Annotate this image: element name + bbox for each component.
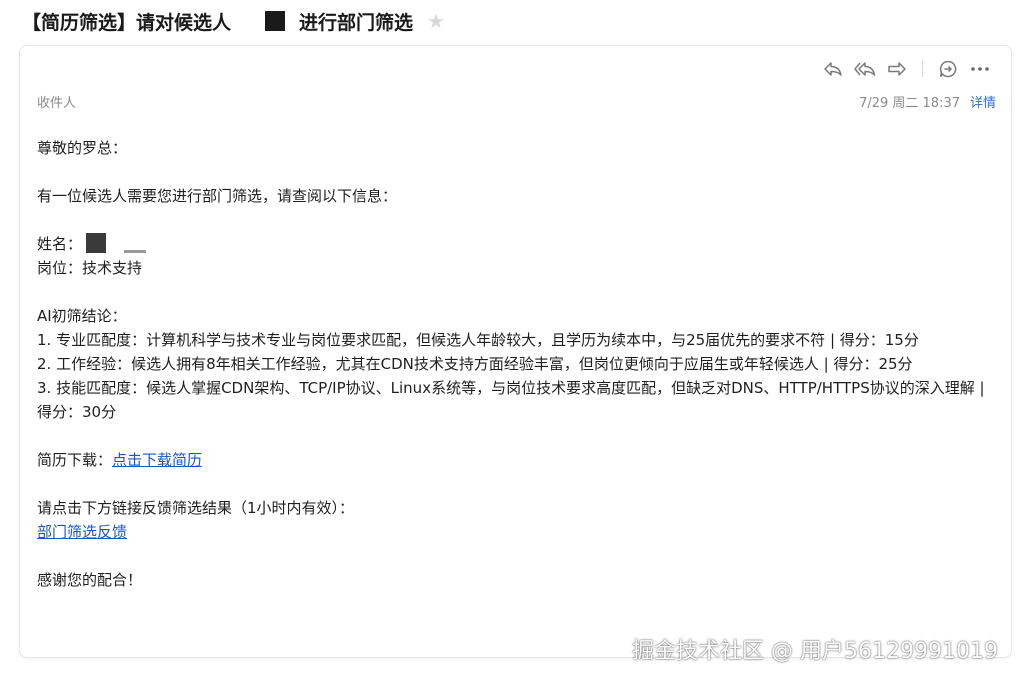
reply-icon[interactable]	[822, 58, 844, 80]
comment-icon[interactable]	[937, 58, 959, 80]
forward-icon[interactable]	[886, 58, 908, 80]
reply-all-icon[interactable]	[854, 58, 876, 80]
download-resume-link[interactable]: 点击下载简历	[112, 451, 202, 469]
redacted-name-mark	[124, 250, 147, 253]
feedback-link[interactable]: 部门筛选反馈	[37, 523, 127, 541]
watermark: 掘金技术社区 @ 用户56129991019	[632, 639, 998, 664]
ai-point-experience: 2. 工作经验：候选人拥有8年相关工作经验，尤其在CDN技术支持方面经验丰富，但…	[37, 355, 913, 373]
toolbar-divider	[922, 61, 923, 77]
name-line: 姓名：	[37, 232, 997, 256]
email-toolbar	[822, 58, 991, 80]
intro-text: 有一位候选人需要您进行部门筛选，请查阅以下信息：	[37, 187, 398, 205]
download-line: 简历下载：点击下载简历	[37, 448, 997, 472]
position-line: 岗位：技术支持	[37, 259, 143, 277]
redacted-name-block	[265, 11, 286, 31]
feedback-prompt: 请点击下方链接反馈筛选结果（1小时内有效）：	[37, 499, 355, 517]
subject-suffix: 进行部门筛选	[299, 11, 414, 34]
email-view: 【简历筛选】请对候选人 进行部门筛选 ★ 收件人 7/29 周二 18:37 详…	[0, 0, 1018, 685]
greeting: 尊敬的罗总：	[37, 139, 128, 157]
redacted-name-block	[86, 233, 107, 253]
subject-prefix: 【简历筛选】请对候选人	[22, 11, 232, 34]
download-label: 简历下载：	[37, 451, 113, 469]
star-icon[interactable]: ★	[427, 9, 445, 33]
email-body: 尊敬的罗总： 有一位候选人需要您进行部门筛选，请查阅以下信息： 姓名： 岗位：技…	[37, 136, 997, 592]
email-subject: 【简历筛选】请对候选人 进行部门筛选 ★	[22, 6, 445, 36]
ai-point-skills: 3. 技能匹配度：候选人掌握CDN架构、TCP/IP协议、Linux系统等，与岗…	[37, 379, 985, 421]
sent-date: 7/29 周二 18:37	[859, 95, 960, 111]
ai-title: AI初筛结论：	[37, 307, 127, 325]
recipient-label[interactable]: 收件人	[37, 92, 859, 111]
email-card: 收件人 7/29 周二 18:37 详情 尊敬的罗总： 有一位候选人需要您进行部…	[19, 45, 1012, 658]
email-meta-row: 收件人 7/29 周二 18:37 详情	[37, 91, 996, 111]
name-label: 姓名：	[37, 235, 83, 253]
details-link[interactable]: 详情	[970, 92, 996, 111]
thanks-text: 感谢您的配合！	[37, 571, 143, 589]
more-icon[interactable]	[969, 58, 991, 80]
ai-point-major: 1. 专业匹配度：计算机科学与技术专业与岗位要求匹配，但候选人年龄较大，且学历为…	[37, 331, 919, 349]
